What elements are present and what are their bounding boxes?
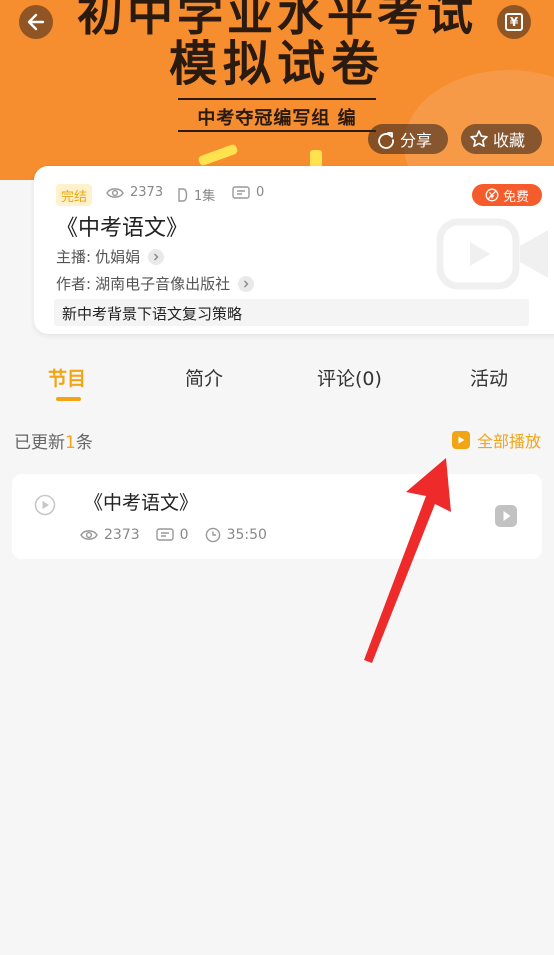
album-description: 新中考背景下语文复习策略 (54, 299, 529, 326)
collect-label: 收藏 (493, 131, 526, 150)
episode-title: 《中考语文》 (84, 492, 199, 514)
eye-icon (106, 187, 124, 198)
tab-comments[interactable]: 评论(0) (317, 364, 382, 391)
purchase-button[interactable]: ¥ (497, 5, 531, 39)
episode-comment-count: 0 (179, 527, 189, 543)
host-row[interactable]: 主播: 仇娟娟 (56, 246, 165, 267)
play-square-icon (452, 431, 470, 449)
active-tab-indicator (56, 397, 81, 401)
episode-stats: 2373 0 35:50 (80, 527, 283, 543)
play-all-button[interactable]: 全部播放 (452, 428, 541, 452)
cover-rule (178, 98, 376, 100)
yen-icon: ¥ (505, 13, 523, 31)
album-title: 《中考语文》 (56, 216, 189, 241)
tab-programs[interactable]: 节目 (48, 364, 86, 391)
host-name: 仇娟娟 (95, 248, 141, 266)
episode-duration: 35:50 (226, 527, 267, 543)
tab-activities[interactable]: 活动 (470, 364, 508, 391)
star-icon (470, 130, 488, 147)
cover-decoration (197, 143, 239, 167)
play-count: 2373 (106, 185, 163, 200)
update-suffix: 条 (75, 433, 93, 453)
update-prefix: 已更新 (14, 433, 65, 453)
episode-item[interactable]: 《中考语文》 2373 0 35:50 (12, 474, 542, 559)
price-badge: 免费 (472, 184, 542, 206)
price-badge-label: 免费 (502, 189, 529, 205)
share-label: 分享 (400, 131, 433, 150)
update-count: 已更新1条 (14, 428, 93, 453)
tab-intro[interactable]: 简介 (185, 364, 223, 391)
album-info-card: 完结 2373 1集 0 免费 《中考语文》 主播: 仇娟娟 作者: 湖南电子音… (34, 166, 554, 334)
update-count-value: 1 (65, 433, 76, 453)
video-icon[interactable] (494, 504, 518, 528)
chevron-right-icon (148, 248, 165, 265)
episode-icon (178, 187, 188, 202)
comment-icon (155, 528, 174, 541)
video-icon (436, 218, 548, 290)
clock-icon (205, 527, 220, 543)
chevron-right-icon (238, 275, 255, 292)
author-row[interactable]: 作者: 湖南电子音像出版社 (56, 273, 255, 294)
play-all-label: 全部播放 (477, 432, 542, 451)
play-circle-icon (34, 494, 56, 516)
status-badge: 完结 (56, 184, 93, 206)
author-name: 湖南电子音像出版社 (95, 275, 231, 293)
episode-count: 1集 (176, 185, 215, 204)
author-label: 作者: (56, 275, 92, 293)
comment-count: 0 (232, 185, 264, 200)
comment-icon (232, 185, 250, 199)
episode-count-value: 1集 (194, 189, 216, 204)
comment-count-value: 0 (256, 185, 265, 200)
play-count-value: 2373 (130, 185, 164, 200)
cover-title-line2: 模拟试卷 (168, 36, 385, 92)
share-button[interactable]: 分享 (368, 124, 448, 154)
host-label: 主播: (56, 248, 92, 266)
back-arrow-icon (27, 13, 45, 31)
episode-play-count: 2373 (104, 527, 140, 543)
free-icon (485, 188, 499, 202)
eye-icon (80, 530, 98, 540)
cover-rule (178, 130, 376, 132)
back-button[interactable] (19, 5, 53, 39)
share-icon (378, 132, 394, 149)
collect-button[interactable]: 收藏 (461, 124, 542, 154)
